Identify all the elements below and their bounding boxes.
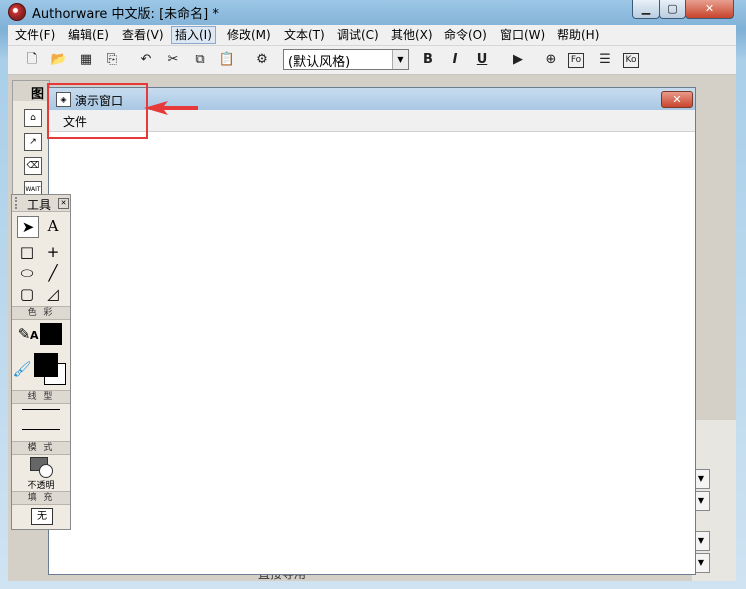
menu-insert[interactable]: 插入(I): [171, 26, 216, 44]
import-icon[interactable]: ⎘: [102, 50, 122, 70]
annotation-arrow: [144, 101, 198, 115]
tools-close-icon[interactable]: ✕: [58, 198, 69, 209]
erase-icon[interactable]: ⌫: [24, 157, 42, 175]
oval-tool-icon[interactable]: ⬭: [17, 263, 37, 283]
window-title: Authorware 中文版: [未命名] *: [32, 7, 219, 22]
minimize-button[interactable]: ▁: [632, 0, 660, 19]
functions-button[interactable]: Fo: [568, 53, 584, 68]
variables-icon[interactable]: ☰: [595, 50, 615, 70]
grip-handle[interactable]: [15, 197, 21, 209]
line-style-sample[interactable]: [22, 409, 60, 410]
new-file-icon[interactable]: 🗋: [22, 50, 42, 70]
maximize-button[interactable]: ▢: [659, 0, 686, 19]
text-style-value: (默认风格): [288, 55, 351, 70]
line-tool-icon[interactable]: +: [43, 242, 63, 262]
fill-bucket-icon[interactable]: 🖌: [12, 359, 32, 379]
icon-palette-title[interactable]: 图: [13, 81, 49, 102]
line-style-sample[interactable]: [22, 429, 60, 430]
italic-button[interactable]: I: [445, 50, 465, 70]
text-tool-icon[interactable]: A: [43, 216, 63, 236]
knowledge-objects-button[interactable]: Ko: [623, 53, 639, 68]
menu-text[interactable]: 文本(T): [281, 27, 328, 43]
rectangle-tool-icon[interactable]: □: [17, 242, 37, 262]
rounded-rectangle-tool-icon[interactable]: ▢: [17, 284, 37, 304]
tools-panel: 工具 ✕ ➤ A □ + ⬭ ╱ ▢ ◿ 色 彩 ✎ A 🖌 线 型 模 式 不…: [11, 194, 71, 530]
control-panel-icon[interactable]: ⊕: [541, 50, 561, 70]
menu-edit[interactable]: 编辑(E): [65, 27, 112, 43]
text-color-swatch[interactable]: [40, 323, 62, 345]
display-icon[interactable]: ⌂: [24, 109, 42, 127]
chevron-down-icon[interactable]: ▼: [392, 50, 408, 69]
text-style-select[interactable]: (默认风格) ▼: [283, 49, 409, 70]
color-section-label: 色 彩: [12, 306, 70, 320]
polygon-tool-icon[interactable]: ◿: [43, 284, 63, 304]
mode-value: 不透明: [27, 481, 55, 491]
title-bar[interactable]: Authorware 中文版: [未命名] * ▁ ▢ ✕: [0, 0, 746, 24]
menu-window[interactable]: 窗口(W): [497, 27, 548, 43]
foreground-color-swatch[interactable]: [34, 353, 58, 377]
close-button[interactable]: ✕: [685, 0, 734, 19]
underline-button[interactable]: U: [472, 50, 492, 70]
mode-circle-icon: [39, 464, 53, 478]
undo-icon[interactable]: ↶: [136, 50, 156, 70]
menu-modify[interactable]: 修改(M): [224, 27, 274, 43]
pointer-tool-icon[interactable]: ➤: [17, 216, 39, 238]
authorware-app-icon: [8, 3, 26, 21]
menu-bar: 文件(F) 编辑(E) 查看(V) 插入(I) 修改(M) 文本(T) 调试(C…: [8, 25, 736, 46]
menu-file[interactable]: 文件(F): [12, 27, 58, 43]
menu-view[interactable]: 查看(V): [119, 27, 167, 43]
find-icon[interactable]: ⚙: [252, 50, 272, 70]
main-window: Authorware 中文版: [未命名] * ▁ ▢ ✕ 文件(F) 编辑(E…: [0, 0, 746, 589]
presentation-window: ◈ 演示窗口 ✕ 文件: [48, 87, 696, 575]
presentation-close-button[interactable]: ✕: [661, 91, 693, 108]
text-color-icon: A: [30, 329, 39, 342]
diagonal-line-tool-icon[interactable]: ╱: [43, 263, 63, 283]
menu-help[interactable]: 帮助(H): [554, 27, 602, 43]
open-folder-icon[interactable]: 📂: [49, 50, 69, 70]
fill-section-label: 填 充: [12, 491, 70, 505]
tools-panel-titlebar[interactable]: 工具 ✕: [12, 195, 70, 212]
motion-icon[interactable]: ↗: [24, 133, 42, 151]
tools-panel-title: 工具: [27, 198, 52, 212]
fill-swatch[interactable]: 无: [31, 508, 53, 525]
mode-section-label: 模 式: [12, 441, 70, 455]
line-section-label: 线 型: [12, 390, 70, 404]
icon-palette: 图 ⌂ ↗ ⌫ WAIT: [12, 80, 50, 199]
copy-icon[interactable]: ⧉: [190, 50, 210, 70]
menu-debug[interactable]: 调试(C): [334, 27, 382, 43]
icon-palette-label: 图: [31, 87, 45, 102]
restart-icon[interactable]: ▶: [508, 50, 528, 70]
menu-other[interactable]: 其他(X): [388, 27, 436, 43]
bold-button[interactable]: B: [418, 50, 438, 70]
highlight-box: [47, 83, 148, 139]
save-all-icon[interactable]: ▦: [76, 50, 96, 70]
menu-command[interactable]: 命令(O): [441, 27, 490, 43]
cut-icon[interactable]: ✂: [163, 50, 183, 70]
paste-icon[interactable]: 📋: [217, 50, 237, 70]
